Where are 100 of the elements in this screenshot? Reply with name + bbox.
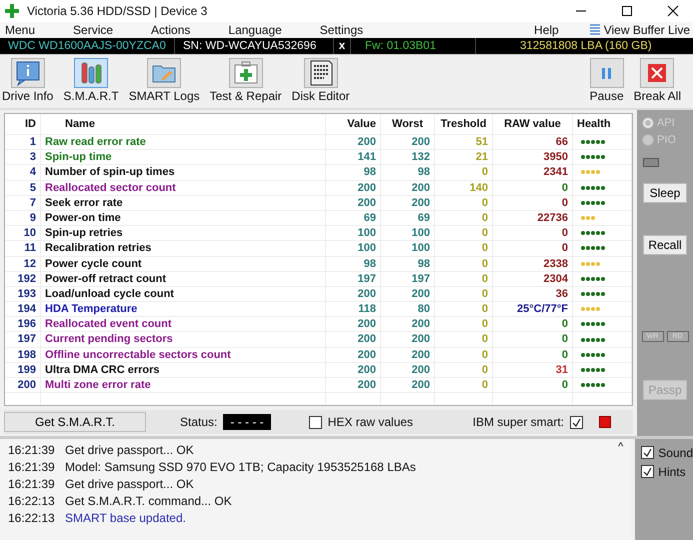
table-cell: Power-on time	[41, 210, 326, 226]
table-cell: 200	[326, 348, 381, 362]
table-cell: Spin-up time	[41, 150, 326, 164]
checkmark-icon	[643, 448, 652, 457]
view-buffer-link[interactable]: View Buffer Live	[604, 23, 690, 37]
table-cell: 69	[381, 210, 435, 226]
close-icon	[648, 64, 666, 82]
table-cell: 200	[381, 362, 435, 377]
table-cell: 0	[435, 302, 493, 316]
table-cell: 3950	[493, 150, 573, 164]
table-cell: 200	[326, 332, 381, 347]
table-cell: 2338	[493, 256, 573, 271]
table-cell: 25°C/77°F	[493, 302, 573, 316]
status-label: Status:	[180, 415, 218, 429]
table-cell: 9	[5, 210, 41, 226]
option-checkbox[interactable]	[641, 446, 654, 459]
side-button[interactable]: Recall	[643, 235, 687, 255]
menu-item[interactable]: Service	[73, 23, 114, 37]
column-header[interactable]: Health	[573, 114, 632, 134]
table-cell: 98	[326, 165, 381, 180]
break-all-button[interactable]: Break All	[634, 58, 681, 103]
table-cell: 200	[381, 332, 435, 347]
table-cell: Ultra DMA CRC errors	[41, 362, 326, 377]
checkmark-icon	[572, 418, 581, 426]
table-cell: 0	[435, 256, 493, 271]
table-cell: 0	[493, 348, 573, 362]
table-cell: 21	[435, 150, 493, 164]
table-cell: 197	[5, 332, 41, 347]
scroll-up-button[interactable]: ^	[618, 441, 624, 453]
table-cell: 0	[493, 378, 573, 392]
table-cell: 31	[493, 362, 573, 377]
table-cell: 0	[435, 317, 493, 332]
info-icon	[14, 59, 42, 87]
table-cell: 0	[435, 210, 493, 226]
column-header[interactable]: Name	[41, 114, 326, 134]
table-cell: 199	[5, 362, 41, 377]
table-cell: 200	[326, 286, 381, 302]
table-cell: 12	[5, 256, 41, 271]
table-cell: 193	[5, 286, 41, 302]
toolbar-button[interactable]: SMART Logs	[128, 58, 200, 103]
table-cell: 0	[435, 348, 493, 362]
column-header[interactable]: RAW value	[493, 114, 573, 134]
table-cell: 200	[326, 180, 381, 195]
table-cell: 0	[493, 332, 573, 347]
checkbox-label: Hints	[658, 464, 686, 478]
table-cell: 66	[493, 135, 573, 150]
table-cell: Offline uncorrectable sectors count	[41, 348, 326, 362]
ibm-checkbox[interactable]	[570, 416, 583, 428]
table-cell: 51	[435, 135, 493, 150]
column-header[interactable]: Value	[326, 114, 381, 134]
pause-icon	[602, 68, 612, 78]
column-header[interactable]: Treshold	[435, 114, 493, 134]
table-cell: 196	[5, 317, 41, 332]
table-cell: 200	[381, 135, 435, 150]
table-cell: 200	[381, 317, 435, 332]
log-time: 16:22:13	[7, 494, 56, 508]
window-title: Victoria 5.36 HDD/SSD | Device 3	[27, 4, 208, 18]
menu-item[interactable]: Help	[534, 23, 559, 37]
table-cell: 100	[326, 241, 381, 256]
table-cell: 3	[5, 150, 41, 164]
log-time: 16:21:39	[7, 460, 56, 474]
menu-item[interactable]: Menu	[5, 23, 36, 37]
table-cell: 0	[493, 241, 573, 256]
menu-item[interactable]: Actions	[151, 23, 190, 37]
log-message: Get drive passport... OK	[65, 442, 194, 456]
table-cell: 200	[326, 135, 381, 150]
table-cell: Raw read error rate	[41, 135, 326, 150]
side-button[interactable]: Sleep	[643, 183, 687, 203]
table-cell: 36	[493, 286, 573, 302]
toolbar-button[interactable]: Drive Info	[2, 58, 54, 103]
table-cell: 0	[493, 196, 573, 210]
log-message: Get S.M.A.R.T. command... OK	[65, 494, 232, 508]
column-header[interactable]: Worst	[381, 114, 435, 134]
table-cell: 0	[435, 241, 493, 256]
table-cell: Spin-up retries	[41, 226, 326, 240]
menu-item[interactable]: Language	[228, 23, 282, 37]
table-cell: 200	[326, 196, 381, 210]
get-smart-button[interactable]: Get S.M.A.R.T.	[4, 412, 146, 432]
close-icon	[667, 5, 679, 17]
app-cross-icon	[5, 4, 19, 18]
toolbar-button[interactable]: S.M.A.R.T	[63, 58, 119, 103]
table-cell: 132	[381, 150, 435, 164]
hex-checkbox[interactable]	[308, 416, 322, 428]
table-cell: 7	[5, 196, 41, 210]
table-cell: Reallocated sector count	[41, 180, 326, 195]
table-cell: 69	[326, 210, 381, 226]
status-display: - - - - -	[223, 414, 271, 430]
table-cell: 0	[435, 165, 493, 180]
checkbox-label: HEX raw values	[328, 415, 414, 429]
option-checkbox[interactable]	[641, 465, 654, 478]
column-header[interactable]: ID	[5, 114, 41, 134]
table-cell: 2341	[493, 165, 573, 180]
log-time: 16:21:39	[7, 442, 56, 456]
toolbar-button[interactable]: Test & Repair	[210, 58, 282, 103]
table-cell: 5	[5, 180, 41, 195]
menu-item[interactable]: Settings	[320, 23, 364, 37]
toolbar-button[interactable]: Disk Editor	[292, 58, 350, 103]
table-cell: 200	[326, 317, 381, 332]
table-cell: 22736	[493, 210, 573, 226]
table-cell: HDA Temperature	[41, 302, 326, 316]
